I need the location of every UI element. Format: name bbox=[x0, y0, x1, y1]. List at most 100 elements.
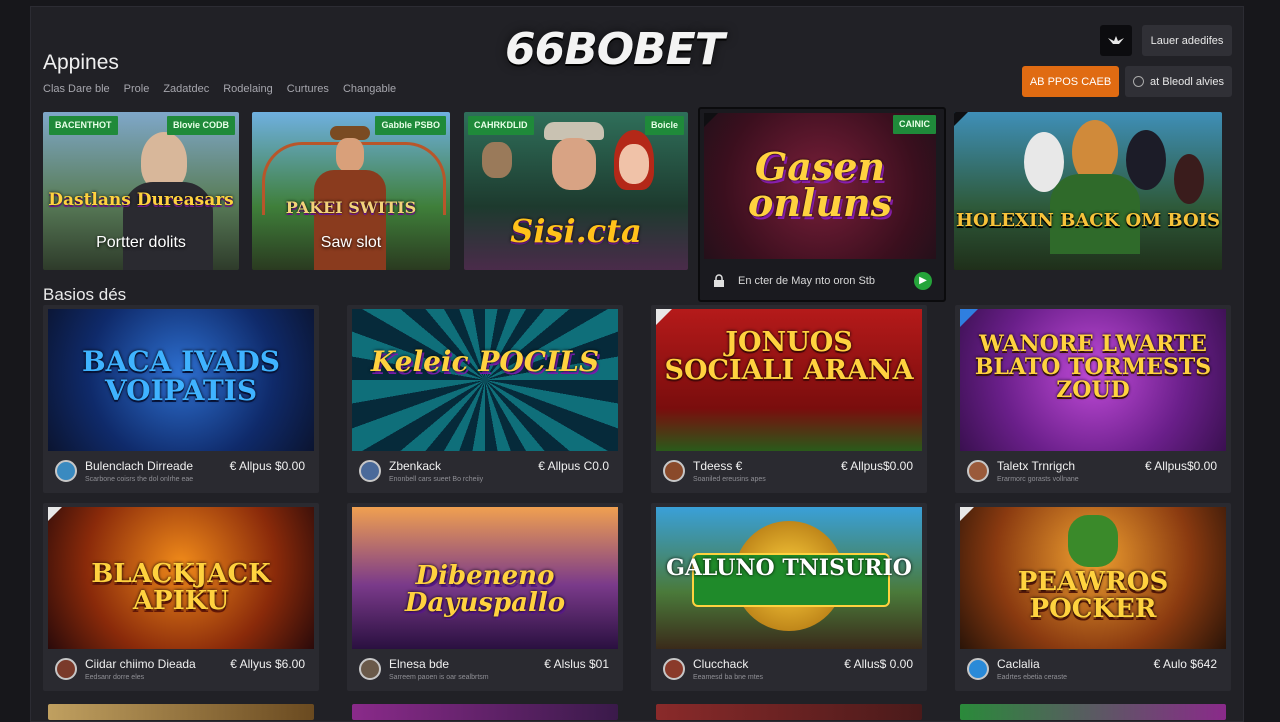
game-card[interactable]: Keleic POCILS Zbenkack Enonbell cars sue… bbox=[347, 305, 623, 493]
tile-art-title: Sisi.cta bbox=[510, 212, 642, 250]
game-card[interactable]: BACA IVADS VOIPATIS Bulenclach Dirreade … bbox=[43, 305, 319, 493]
tile-art-title: Gasen onluns bbox=[747, 144, 893, 226]
card-price: € Alslus $01 bbox=[544, 657, 609, 671]
profile-button[interactable] bbox=[1100, 25, 1132, 56]
card-subtitle: Enonbell cars sueet Bo rcheiiy bbox=[389, 476, 484, 483]
card-subtitle: Erarmorc gorasts vollnane bbox=[997, 476, 1079, 483]
options-label: at Bleodl alvies bbox=[1150, 75, 1224, 88]
card-price: € Allyus $6.00 bbox=[230, 657, 305, 671]
card-meta: Elnesa bde Sarreem paoen is oar sealbrts… bbox=[355, 654, 617, 688]
corner-flag bbox=[704, 113, 718, 127]
avatar-icon bbox=[359, 658, 381, 680]
corner-flag bbox=[656, 309, 672, 325]
avatar-icon bbox=[359, 460, 381, 482]
tile-art-title: Dastlans Dureasars bbox=[48, 190, 234, 210]
page-title: Appines bbox=[43, 51, 119, 74]
card-subtitle: Soaniled ereusins apes bbox=[693, 476, 766, 483]
game-card-partial[interactable] bbox=[656, 704, 922, 720]
options-button[interactable]: at Bleodl alvies bbox=[1125, 66, 1232, 97]
game-card-partial[interactable] bbox=[352, 704, 618, 720]
card-subtitle: Sarreem paoen is oar sealbrtsm bbox=[389, 674, 489, 681]
card-art-title: GALUNO TNISURIO bbox=[666, 555, 912, 581]
avatar-icon bbox=[55, 658, 77, 680]
tag: CAINIC bbox=[893, 115, 936, 134]
featured-tile[interactable]: Gabble PSBO PAKEI SWITIS Saw slot bbox=[252, 112, 450, 270]
card-price: € Allpus C0.0 bbox=[538, 459, 609, 473]
game-card-partial[interactable] bbox=[960, 704, 1226, 720]
play-icon[interactable]: ▶ bbox=[914, 272, 932, 290]
tile-art-title: HOLEXIN BACK OM BOIS bbox=[955, 210, 1221, 231]
card-art-title: Dibeneno Dayuspallo bbox=[404, 561, 566, 619]
game-card[interactable]: JONUOS SOCIALI ARANA Tdeess € Soaniled e… bbox=[651, 305, 927, 493]
game-card[interactable]: WANORE LWARTE BLATO TORMESTS ZOUD Taletx… bbox=[955, 305, 1231, 493]
avatar-icon bbox=[967, 460, 989, 482]
nav-item[interactable]: Prole bbox=[124, 83, 150, 95]
card-name: Taletx Trnrigch bbox=[997, 459, 1076, 473]
tag: BACENTHOT bbox=[49, 116, 118, 135]
section-title: Basios dés bbox=[43, 285, 127, 304]
promo-button[interactable]: AB PPOS CAEB bbox=[1022, 66, 1119, 97]
card-name: Caclalia bbox=[997, 657, 1040, 671]
card-meta: Taletx Trnrigch Erarmorc gorasts vollnan… bbox=[963, 456, 1225, 490]
game-card[interactable]: Dibeneno Dayuspallo Elnesa bde Sarreem p… bbox=[347, 503, 623, 691]
card-name: Elnesa bde bbox=[389, 657, 450, 671]
tile-caption: Portter dolits bbox=[96, 234, 186, 251]
tile-caption: Saw slot bbox=[320, 234, 382, 251]
lock-icon bbox=[714, 274, 724, 287]
card-art-title: WANORE LWARTE BLATO TORMESTS ZOUD bbox=[974, 331, 1212, 404]
featured-tile[interactable]: BACENTHOT Blovie CODB Dastlans Dureasars… bbox=[43, 112, 239, 270]
sub-navigation: Clas Dare ble Prole Zadatdec Rodelaing C… bbox=[43, 83, 396, 95]
featured-action-bar[interactable]: En cter de May nto oron Stb ▶ bbox=[706, 268, 936, 294]
nav-item[interactable]: Rodelaing bbox=[223, 83, 273, 95]
featured-card[interactable]: CAINIC Gasen onluns En cter de May nto o… bbox=[698, 107, 946, 302]
card-subtitle: Eadrtes ebetia ceraste bbox=[997, 674, 1068, 681]
game-card[interactable]: BLACKJACK APIKU Ciidar chiimo Dieada Eed… bbox=[43, 503, 319, 691]
tag: Blovie CODB bbox=[166, 116, 235, 135]
card-subtitle: Eedsanr dorre eles bbox=[85, 674, 145, 681]
card-art-title: BLACKJACK APIKU bbox=[91, 559, 271, 617]
game-card-partial[interactable] bbox=[48, 704, 314, 720]
corner-flag bbox=[960, 507, 974, 521]
card-meta: Caclalia Eadrtes ebetia ceraste € Aulo $… bbox=[963, 654, 1225, 688]
avatar-icon bbox=[663, 460, 685, 482]
tag: Gabble PSBO bbox=[375, 116, 446, 135]
nav-item[interactable]: Curtures bbox=[287, 83, 329, 95]
game-card[interactable]: PEAWROS POCKER Caclalia Eadrtes ebetia c… bbox=[955, 503, 1231, 691]
nav-item[interactable]: Changable bbox=[343, 83, 396, 95]
circle-icon bbox=[1133, 76, 1144, 87]
nav-item[interactable]: Zadatdec bbox=[163, 83, 209, 95]
card-art-title: BACA IVADS VOIPATIS bbox=[81, 345, 281, 408]
nav-item[interactable]: Clas Dare ble bbox=[43, 83, 110, 95]
card-art-title: JONUOS SOCIALI ARANA bbox=[664, 327, 914, 387]
tag: Boicle bbox=[644, 116, 684, 135]
card-meta: Tdeess € Soaniled ereusins apes € Allpus… bbox=[659, 456, 921, 490]
card-meta: Bulenclach Dirreade Scarbone coisrs the … bbox=[51, 456, 313, 490]
bird-icon bbox=[1108, 35, 1124, 44]
avatar-icon bbox=[663, 658, 685, 680]
card-name: Clucchack bbox=[693, 657, 749, 671]
card-name: Bulenclach Dirreade bbox=[85, 459, 194, 473]
corner-flag bbox=[954, 112, 968, 126]
avatar-icon bbox=[967, 658, 989, 680]
card-subtitle: Scarbone coisrs the dol onlrhe eae bbox=[85, 476, 194, 483]
card-name: Ciidar chiimo Dieada bbox=[85, 657, 196, 671]
featured-bar-text: En cter de May nto oron Stb bbox=[738, 275, 875, 287]
card-price: € Allpus $0.00 bbox=[229, 459, 305, 473]
tile-art-title: PAKEI SWITIS bbox=[285, 198, 417, 217]
card-art-title: Keleic POCILS bbox=[370, 345, 600, 378]
card-price: € Aulo $642 bbox=[1153, 657, 1217, 671]
card-price: € Allus$ 0.00 bbox=[844, 657, 913, 671]
card-art-title: PEAWROS POCKER bbox=[1017, 567, 1169, 625]
featured-tile[interactable]: HOLEXIN BACK OM BOIS bbox=[954, 112, 1222, 270]
card-price: € Allpus$0.00 bbox=[1144, 459, 1217, 473]
featured-tile[interactable]: CAHRKDLID Boicle Sisi.cta bbox=[464, 112, 688, 270]
login-button[interactable]: Lauer adedifes bbox=[1142, 25, 1232, 56]
card-subtitle: Eeamesd ba bne mtes bbox=[693, 674, 764, 681]
card-meta: Zbenkack Enonbell cars sueet Bo rcheiiy … bbox=[355, 456, 617, 490]
avatar-icon bbox=[55, 460, 77, 482]
card-meta: Ciidar chiimo Dieada Eedsanr dorre eles … bbox=[51, 654, 313, 688]
brand-logo[interactable]: 66BOBET bbox=[505, 24, 725, 75]
game-card[interactable]: GALUNO TNISURIO Clucchack Eeamesd ba bne… bbox=[651, 503, 927, 691]
corner-flag bbox=[48, 507, 62, 521]
card-price: € Allpus$0.00 bbox=[840, 459, 913, 473]
